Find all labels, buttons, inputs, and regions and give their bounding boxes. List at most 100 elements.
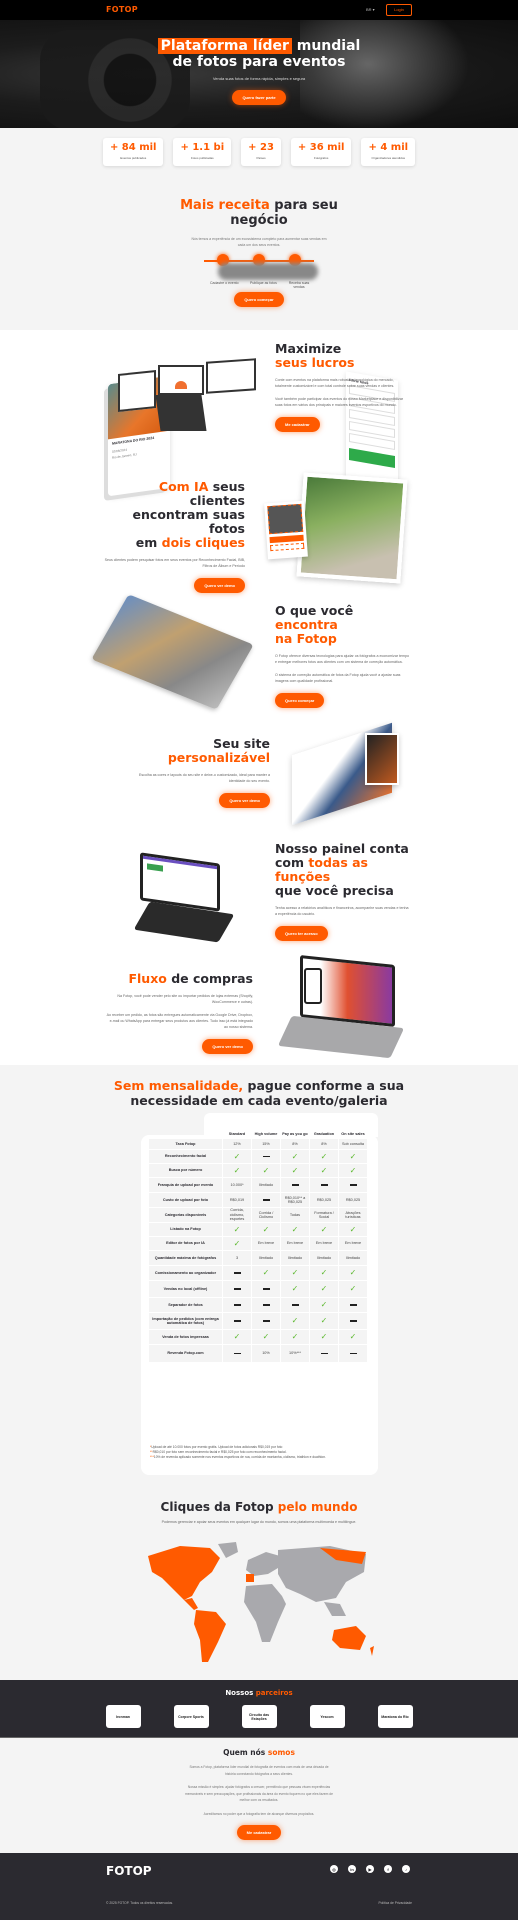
table-cell: ✓ (310, 1164, 338, 1178)
footer-logo[interactable]: FOTOP (106, 1864, 152, 1878)
partner-logo[interactable]: Maratona do Rio (377, 1705, 413, 1728)
linkedin-icon[interactable]: in (348, 1865, 356, 1873)
table-cell: Corrida, ciclismo, esportes (223, 1208, 251, 1223)
table-cell: Sob consulta (339, 1139, 367, 1150)
table-cell: ✓ (310, 1150, 338, 1164)
row-label: Vendas no local (offline) (149, 1281, 222, 1298)
access-button[interactable]: Quero ter acesso (275, 926, 328, 941)
row-label: Venda de fotos impressas (149, 1330, 222, 1345)
demo-button[interactable]: Quero ver demo (202, 1039, 253, 1054)
table-cell: ✓ (252, 1330, 280, 1345)
map-africa (244, 1584, 286, 1642)
table-cell: ✓ (281, 1150, 309, 1164)
dash-icon (262, 1288, 270, 1290)
table-cell: ✓ (252, 1164, 280, 1178)
table-cell: Ilimitado (252, 1178, 280, 1193)
feature-title: O que você encontra na Fotop (275, 603, 354, 646)
feature-title: Com IA seus clientes encontram suas fotos… (132, 479, 245, 550)
partner-logo[interactable]: Ironman (105, 1705, 141, 1728)
table-cell: 10%*** (281, 1345, 309, 1363)
map-southeast-asia (324, 1602, 346, 1616)
stat-photos: + 1.1 bi Fotos publicadas (173, 138, 232, 166)
fotop-logo[interactable]: FOTOP (106, 5, 138, 14)
demo-button[interactable]: Quero ver demo (219, 793, 270, 808)
table-cell: ✓ (310, 1298, 338, 1313)
instagram-icon[interactable]: ◎ (330, 1865, 338, 1873)
map-new-zealand (370, 1646, 374, 1656)
row-label: Revenda Fotop.com (149, 1345, 222, 1363)
language-selector[interactable]: BR ▾ (366, 7, 375, 12)
map-title: Cliques da Fotop pelo mundo (160, 1500, 358, 1514)
feature-custom-site: Seu site personalizável Escolha as cores … (0, 722, 518, 830)
row-label: Listado na Fotop (149, 1223, 222, 1237)
dash-icon (262, 1304, 270, 1306)
table-cell: ✓ (339, 1164, 367, 1178)
table-cell: 8% (281, 1139, 309, 1150)
table-cell (281, 1298, 309, 1313)
pricing-section: Sem mensalidade, pague conforme a sua nec… (0, 1065, 518, 1490)
plan-header: Pay as you go (282, 1132, 308, 1136)
map-europe (246, 1552, 280, 1576)
check-icon: ✓ (320, 1300, 328, 1309)
table-cell (339, 1178, 367, 1193)
check-icon: ✓ (320, 1151, 328, 1161)
row-label: Separador de fotos (149, 1298, 222, 1313)
pricing-table: Standard High volume Pay as you go Graduati… (141, 1113, 378, 1475)
plan-header: Standard (228, 1132, 246, 1136)
check-icon: ✓ (349, 1268, 357, 1277)
privacy-link[interactable]: Política de Privacidade (378, 1901, 412, 1905)
table-cell (281, 1178, 309, 1193)
plan-header: High volume (254, 1132, 278, 1136)
table-cell (339, 1345, 367, 1363)
table-cell: 15% (252, 1139, 280, 1150)
table-cell: ✓ (281, 1281, 309, 1298)
partner-logo[interactable]: Corpore Sports (173, 1705, 209, 1728)
table-cell: Ilimitado (339, 1251, 367, 1266)
partner-logo[interactable]: Yescom (309, 1705, 345, 1728)
table-cell: ✓ (310, 1281, 338, 1298)
about-section: Quem nós somos Somos a Fotop, plataforma… (0, 1738, 518, 1853)
join-button[interactable]: Quero fazer parte (232, 90, 286, 105)
map-australia (332, 1626, 366, 1650)
table-cell: Ilimitado (281, 1251, 309, 1266)
table-cell (252, 1193, 280, 1208)
world-map (148, 1542, 374, 1662)
start-button[interactable]: Quero começar (275, 693, 325, 708)
table-cell: R$0,019 (223, 1193, 251, 1208)
table-cell (310, 1178, 338, 1193)
table-cell: R$0,025 (339, 1193, 367, 1208)
table-cell (223, 1313, 251, 1330)
signup-button[interactable]: Me cadastrar (275, 417, 320, 432)
facebook-icon[interactable]: f (384, 1865, 392, 1873)
table-cell (252, 1150, 280, 1164)
row-label: Editor de fotos por IA (149, 1237, 222, 1251)
signup-button[interactable]: Me cadastrar (236, 1825, 282, 1840)
feature-dashboard: Nosso painel conta com todas as funções qu… (0, 830, 518, 960)
stat-photographers: + 36 mil Fotógrafos (290, 138, 352, 166)
tiktok-icon[interactable]: ♪ (402, 1865, 410, 1873)
table-cell (223, 1281, 251, 1298)
dash-icon (349, 1304, 357, 1306)
table-cell: Em breve (310, 1237, 338, 1251)
table-cell: Todas (281, 1208, 309, 1223)
revenue-title: Mais receita para seu negócio (180, 198, 338, 228)
table-cell: ✓ (252, 1223, 280, 1237)
check-icon: ✓ (320, 1316, 328, 1325)
check-icon: ✓ (233, 1165, 241, 1175)
row-label: Busca por número (149, 1164, 222, 1178)
partner-logo[interactable]: Circuito das Estações (241, 1705, 277, 1728)
top-nav: FOTOP BR ▾ Login (0, 0, 518, 20)
start-button[interactable]: Quero começar (234, 292, 284, 307)
check-icon: ✓ (233, 1151, 241, 1161)
check-icon: ✓ (291, 1151, 299, 1161)
dash-icon (320, 1352, 328, 1355)
login-button[interactable]: Login (386, 4, 412, 16)
youtube-icon[interactable]: ▶ (366, 1865, 374, 1873)
table-cell: Em breve (339, 1237, 367, 1251)
table-cell (223, 1298, 251, 1313)
table-cell (339, 1298, 367, 1313)
check-icon: ✓ (262, 1224, 270, 1234)
check-icon: ✓ (291, 1316, 299, 1325)
table-cell: 10% (252, 1345, 280, 1363)
dash-icon (349, 1320, 357, 1322)
